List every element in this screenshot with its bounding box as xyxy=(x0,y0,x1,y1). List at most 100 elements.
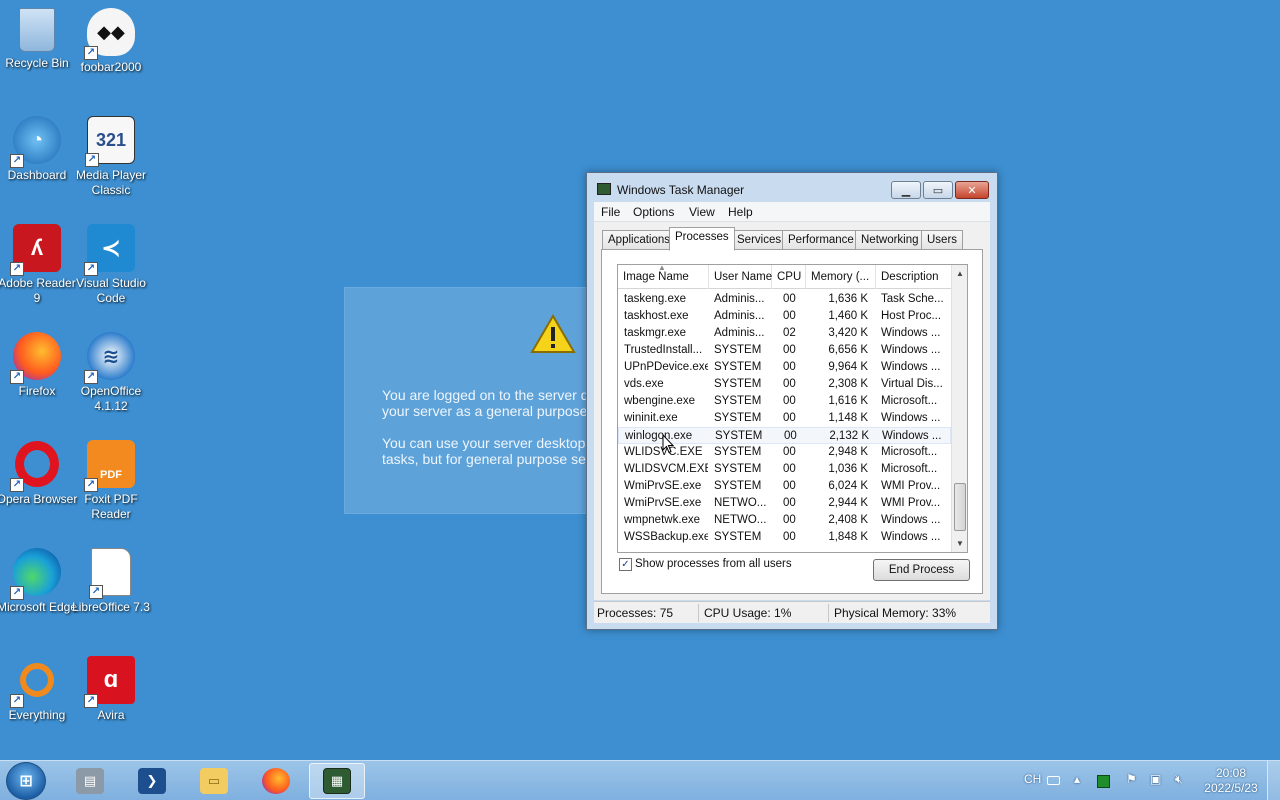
desktop-icon-dashboard[interactable]: ◔ ↗ Dashboard xyxy=(0,116,74,216)
column-header-memory[interactable]: Memory (... xyxy=(806,265,876,289)
process-row[interactable]: wbengine.exe SYSTEM 00 1,616 K Microsoft... xyxy=(618,393,951,410)
column-header-image-name[interactable]: ▲ Image Name xyxy=(618,265,709,289)
end-process-button[interactable]: End Process xyxy=(873,559,970,581)
column-header-description[interactable]: Description xyxy=(876,265,951,289)
tab-users[interactable]: Users xyxy=(921,230,964,250)
action-center-flag-icon[interactable]: ⚑ xyxy=(1126,772,1137,786)
desktop-icon-openoffice[interactable]: ≋ ↗ OpenOffice 4.1.12 xyxy=(74,332,148,432)
desktop-icon-foxit[interactable]: PDF ↗ Foxit PDF Reader xyxy=(74,440,148,540)
title-bar[interactable]: Windows Task Manager ▁ ▭ ✕ xyxy=(587,173,997,203)
cell-cpu: 00 xyxy=(783,446,796,458)
desktop-icon-avira[interactable]: ɑ ↗ Avira xyxy=(74,656,148,756)
process-row[interactable]: wmpnetwk.exe NETWO... 00 2,408 K Windows ... xyxy=(618,512,951,529)
process-row[interactable]: TrustedInstall... SYSTEM 00 6,656 K Windows … xyxy=(618,342,951,359)
desktop-icon-opera[interactable]: ↗ Opera Browser xyxy=(0,440,77,540)
desktop-icon-libreoffice[interactable]: ↗ LibreOffice 7.3 xyxy=(72,548,150,648)
cell-memory: 1,848 K xyxy=(828,531,868,543)
desktop-icon-firefox[interactable]: ↗ Firefox xyxy=(0,332,74,432)
desktop-icon-foobar2000[interactable]: ◆◆ ↗ foobar2000 xyxy=(74,8,148,108)
clock[interactable]: 20:08 2022/5/23 xyxy=(1200,766,1262,796)
shortcut-arrow-icon: ↗ xyxy=(10,370,24,384)
desktop-icon-vscode[interactable]: ≺ ↗ Visual Studio Code xyxy=(74,224,148,324)
cell-description: Microsoft... xyxy=(881,395,938,407)
process-list[interactable]: ▲ Image Name User Name CPU Memory (... D… xyxy=(617,264,968,553)
maximize-button[interactable]: ▭ xyxy=(923,181,953,199)
language-indicator[interactable]: CH xyxy=(1024,772,1041,786)
menu-view[interactable]: View xyxy=(689,205,715,219)
cell-description: Virtual Dis... xyxy=(881,378,943,390)
scroll-down-icon[interactable]: ▼ xyxy=(956,539,964,548)
cell-memory: 1,636 K xyxy=(828,293,868,305)
menu-help[interactable]: Help xyxy=(728,205,753,219)
desktop-icon-label: Foxit PDF Reader xyxy=(84,492,138,521)
scrollbar-thumb[interactable] xyxy=(954,483,966,531)
cell-memory: 1,616 K xyxy=(828,395,868,407)
show-hidden-icons-icon[interactable]: ▴ xyxy=(1074,772,1080,786)
show-desktop-button[interactable] xyxy=(1267,761,1280,800)
close-button[interactable]: ✕ xyxy=(955,181,989,199)
taskbar-server-manager[interactable]: ▤ xyxy=(62,763,118,799)
taskbar-task-manager[interactable]: ▦ xyxy=(309,763,365,799)
scroll-up-icon[interactable]: ▲ xyxy=(956,269,964,278)
task-manager-tray-icon[interactable] xyxy=(1097,775,1110,788)
shortcut-arrow-icon: ↗ xyxy=(10,586,24,600)
cell-description: Windows ... xyxy=(881,412,941,424)
dashboard-icon: ◔ ↗ xyxy=(10,116,61,168)
tab-networking[interactable]: Networking xyxy=(855,230,925,250)
status-divider xyxy=(698,604,699,622)
tab-performance[interactable]: Performance xyxy=(782,230,860,250)
process-row[interactable]: WmiPrvSE.exe NETWO... 00 2,944 K WMI Prov... xyxy=(618,495,951,512)
column-header-cpu[interactable]: CPU xyxy=(772,265,806,289)
process-row[interactable]: vds.exe SYSTEM 00 2,308 K Virtual Dis... xyxy=(618,376,951,393)
taskbar-powershell[interactable]: ❯ xyxy=(124,763,180,799)
network-icon[interactable]: ▣ xyxy=(1150,772,1161,786)
status-memory: Physical Memory: 33% xyxy=(834,606,957,620)
tab-services[interactable]: Services xyxy=(731,230,788,250)
cell-user-name: SYSTEM xyxy=(714,531,762,543)
process-row[interactable]: wininit.exe SYSTEM 00 1,148 K Windows ... xyxy=(618,410,951,427)
cell-image-name: WmiPrvSE.exe xyxy=(624,497,702,509)
keyboard-icon[interactable] xyxy=(1047,776,1060,785)
process-row[interactable]: WSSBackup.exe SYSTEM 00 1,848 K Windows ... xyxy=(618,529,951,546)
maximize-icon: ▭ xyxy=(932,184,944,197)
desktop-icon-label: Media Player Classic xyxy=(75,168,147,197)
process-row[interactable]: WLIDSVCM.EXE SYSTEM 00 1,036 K Microsoft... xyxy=(618,461,951,478)
process-row[interactable]: WmiPrvSE.exe SYSTEM 00 6,024 K WMI Prov... xyxy=(618,478,951,495)
server-welcome-panel: You are logged on to the server de your … xyxy=(344,287,604,514)
task-manager-icon: ▦ xyxy=(323,768,351,794)
menu-file[interactable]: File xyxy=(601,205,620,219)
show-all-processes-checkbox[interactable]: ✓ xyxy=(619,558,632,571)
cell-memory: 2,308 K xyxy=(828,378,868,390)
process-row[interactable]: UPnPDevice.exe SYSTEM 00 9,964 K Windows ... xyxy=(618,359,951,376)
volume-muted-icon[interactable]: 🔇︎ xyxy=(1175,772,1183,787)
start-button[interactable]: ⊞ xyxy=(6,762,46,800)
process-row[interactable]: taskhost.exe Adminis... 00 1,460 K Host Proc… xyxy=(618,308,951,325)
tab-processes[interactable]: Processes xyxy=(669,227,735,251)
tab-applications[interactable]: Applications xyxy=(602,230,677,250)
minimize-button[interactable]: ▁ xyxy=(891,181,921,199)
shortcut-arrow-icon: ↗ xyxy=(84,46,98,60)
desktop-icon-media-player-classic[interactable]: 321 ↗ Media Player Classic xyxy=(74,116,148,216)
cell-cpu: 00 xyxy=(783,480,796,492)
desktop-icon-adobe-reader[interactable]: ʎ ↗ Adobe Reader 9 xyxy=(0,224,76,324)
vertical-scrollbar[interactable]: ▲ ▼ xyxy=(951,265,967,552)
desktop-icon-everything[interactable]: ↗ Everything xyxy=(0,656,74,756)
taskbar-firefox[interactable] xyxy=(248,763,304,799)
desktop-icon-label: foobar2000 xyxy=(80,60,142,74)
menu-options[interactable]: Options xyxy=(633,205,674,219)
column-header-user-name[interactable]: User Name xyxy=(709,265,772,289)
cell-image-name: taskmgr.exe xyxy=(624,327,686,339)
show-all-processes-label[interactable]: Show processes from all users xyxy=(635,558,792,570)
desktop-icon-label: Microsoft Edge xyxy=(0,600,78,614)
cell-image-name: WLIDSVCM.EXE xyxy=(624,463,708,475)
cell-user-name: SYSTEM xyxy=(714,361,762,373)
process-row[interactable]: taskeng.exe Adminis... 00 1,636 K Task Sche.… xyxy=(618,291,951,308)
process-row[interactable]: taskmgr.exe Adminis... 02 3,420 K Windows ..… xyxy=(618,325,951,342)
column-header-label: Image Name xyxy=(623,271,689,283)
cell-user-name: SYSTEM xyxy=(714,463,762,475)
cell-user-name: SYSTEM xyxy=(715,430,763,442)
menu-bar: File Options View Help xyxy=(594,202,990,222)
desktop-icon-recycle-bin[interactable]: Recycle Bin xyxy=(0,8,74,108)
taskbar-explorer[interactable]: ▭ xyxy=(186,763,242,799)
desktop-icon-edge[interactable]: ↗ Microsoft Edge xyxy=(0,548,77,648)
